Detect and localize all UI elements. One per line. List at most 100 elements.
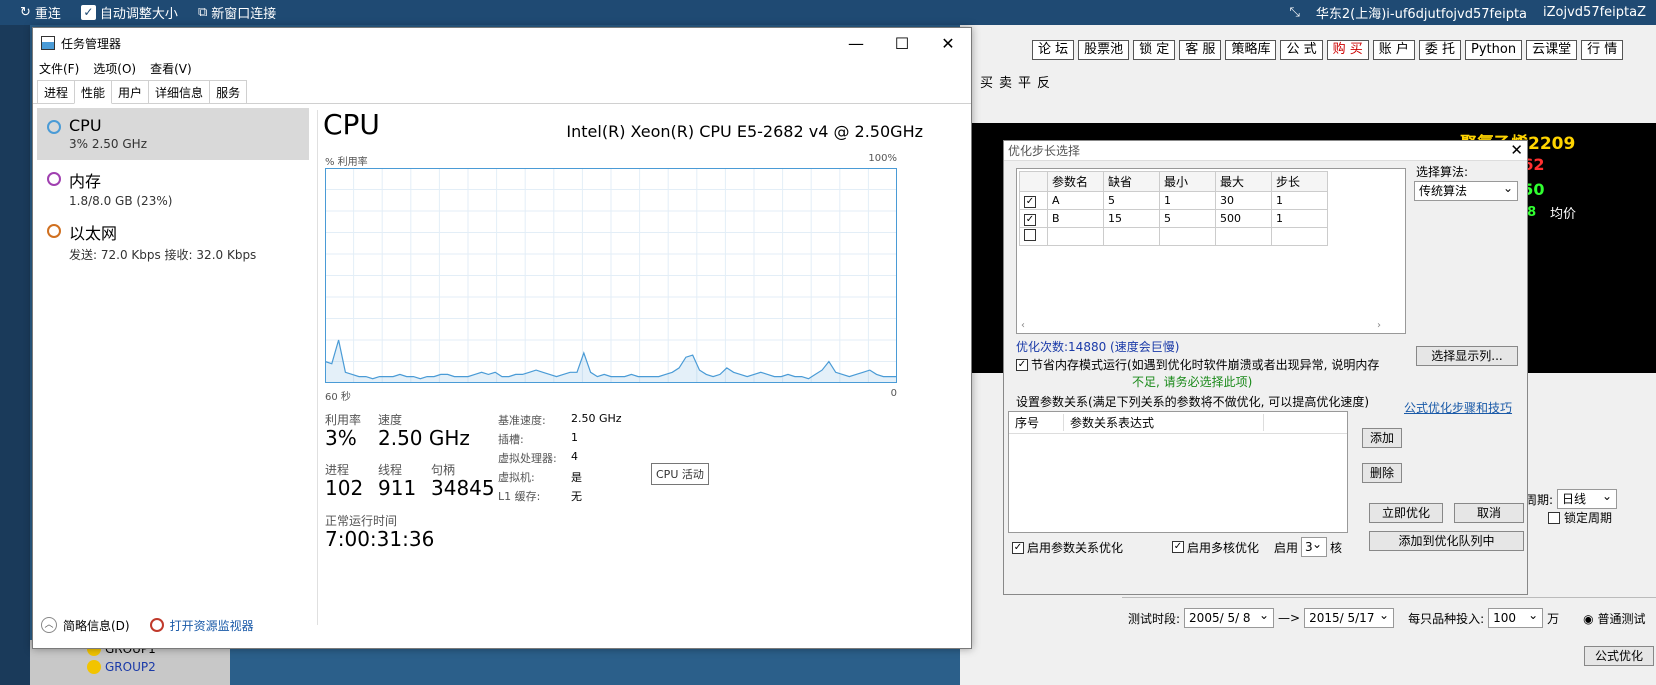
table-cell[interactable]: 30 [1215,191,1272,210]
tab-details[interactable]: 详细信息 [148,80,211,103]
sidebar-item-memory[interactable]: 内存 1.8/8.0 GB (23%) [33,160,313,212]
formula-optimize-button[interactable]: 公式优化 [1584,646,1654,666]
toolbar-button[interactable]: 客 服 [1179,40,1222,60]
table-row[interactable]: ✓ B 15 5 500 1 [1019,209,1328,228]
param-a[interactable]: A: 5 (1-30) [1525,327,1633,342]
tips-link[interactable]: 公式优化步骤和技巧 [1404,399,1512,416]
table-row[interactable] [1019,227,1328,246]
lock-period-checkbox[interactable]: 锁定周期 [1548,509,1612,526]
tab-performance[interactable]: 性能 [74,80,113,104]
checkbox-checked[interactable]: ✓ [1024,213,1036,226]
reconnect-button[interactable]: ↻ 重连 [20,3,61,22]
detail-value: 4 [571,450,578,463]
table-header: 最小 [1159,171,1216,192]
cpu-indicator-icon [47,120,61,134]
table-cell[interactable]: 500 [1215,209,1272,228]
table-cell[interactable] [1215,227,1272,246]
normal-test-radio[interactable]: ◉ 普通测试 [1583,610,1645,627]
add-button[interactable]: 添加 [1362,428,1402,448]
table-row[interactable]: ✓ A 5 1 30 1 [1019,191,1328,210]
algorithm-select[interactable]: 传统算法 [1414,179,1518,201]
optimization-dialog: 优化步长选择 ✕ 参数名 缺省 最小 最大 步长 ✓ A 5 1 30 1 ✓ B 15 5 500 1 ‹ ›… [1003,140,1528,595]
toolbar-button[interactable]: 购 买 [1326,40,1369,60]
maximize-button[interactable]: ☐ [879,28,925,58]
fullscreen-icon[interactable]: ⤡ [1289,5,1299,20]
toolbar-button[interactable]: 委 托 [1418,40,1462,60]
auto-resize-checkbox[interactable]: ✓ 自动调整大小 [80,3,178,22]
minimize-button[interactable]: — [833,28,879,58]
toolbar-button[interactable]: 账 户 [1372,40,1415,60]
menu-view[interactable]: 查看(V) [150,60,192,77]
table-cell[interactable]: 15 [1103,209,1160,228]
new-window-button[interactable]: ⧉ 新窗口连接 [198,3,276,22]
param-b[interactable]: B: 15 (5-500 [1525,342,1633,357]
table-cell[interactable] [1047,227,1104,246]
enable-relation-checkbox[interactable]: ✓ 启用参数关系优化 [1012,539,1123,556]
toolbar-button[interactable]: 股票池 [1078,40,1130,60]
toolbar-button[interactable]: 论 坛 [1032,40,1075,60]
sidebar-item-ethernet[interactable]: 以太网 发送: 72.0 Kbps 接收: 32.0 Kbps [33,212,313,264]
optimize-now-button[interactable]: 立即优化 [1369,503,1443,523]
memory-mode-checkbox[interactable]: ✓ 节省内存模式运行(如遇到优化时软件崩溃或者出现异常, 说明内存 [1016,356,1379,373]
test-start-date[interactable]: 2005/ 5/ 8 [1184,606,1275,628]
test-end-date[interactable]: 2015/ 5/17 [1304,606,1395,628]
checkbox-checked[interactable]: ✓ [1024,195,1036,208]
sidebar-item-sub: 发送: 72.0 Kbps 接收: 32.0 Kbps [69,248,257,262]
period-select[interactable]: 日线 [1557,487,1618,509]
cpu-usage-graph[interactable] [325,168,897,383]
sidebar-item-cpu[interactable]: CPU 3% 2.50 GHz [37,108,309,160]
resource-sidebar: CPU 3% 2.50 GHz 内存 1.8/8.0 GB (23%) 以太网 … [33,108,313,608]
menu-file[interactable]: 文件(F) [39,60,79,77]
trade-button[interactable]: 反 [1037,72,1050,91]
toolbar-button[interactable]: 公 式 [1280,40,1323,60]
param-table-container: 参数名 缺省 最小 最大 步长 ✓ A 5 1 30 1 ✓ B 15 5 500 1 ‹ › [1016,168,1406,334]
table-cell[interactable]: 5 [1159,209,1216,228]
checkbox-empty[interactable] [1024,229,1036,241]
table-cell[interactable]: 1 [1271,209,1328,228]
cancel-button[interactable]: 取消 [1454,503,1524,523]
open-resource-monitor-link[interactable]: 打开资源监视器 [170,617,254,634]
toolbar-button[interactable]: 锁 定 [1133,40,1176,60]
toolbar-button[interactable]: 行 情 [1581,40,1624,60]
title-bar: 任务管理器 — ☐ ✕ [33,28,971,58]
table-header: 序号 [1009,414,1064,431]
list-item[interactable]: GROUP2 [87,658,156,676]
toolbar-button[interactable]: 策略库 [1225,40,1277,60]
per-stock-input[interactable]: 100 [1488,606,1544,628]
table-cell[interactable]: 1 [1271,191,1328,210]
close-button[interactable]: ✕ [925,28,971,58]
toolbar-button[interactable]: Python [1465,40,1523,60]
menu-options[interactable]: 选项(O) [93,60,136,77]
table-cell[interactable]: 1 [1159,191,1216,210]
trade-button[interactable]: 买 [980,72,993,91]
enable-multicore-checkbox[interactable]: ✓ 启用多核优化 启用 3 核 [1172,535,1342,557]
horizontal-scrollbar[interactable]: ‹ › [1021,320,1381,331]
table-cell[interactable]: A [1047,191,1104,210]
table-cell[interactable] [1159,227,1216,246]
tab-processes[interactable]: 进程 [37,80,76,103]
unit-label: 万 [1547,611,1560,626]
table-cell[interactable]: B [1047,209,1104,228]
trade-button[interactable]: 卖 [999,72,1012,91]
enable-multicore-label: 启用多核优化 [1187,540,1260,555]
period-label: 周期: [1525,492,1554,507]
close-icon[interactable]: ✕ [1510,141,1523,159]
tab-services[interactable]: 服务 [209,80,248,103]
host-label: 华东2(上海)i-uf6djutfojvd57feipta [1315,7,1528,22]
table-cell[interactable] [1103,227,1160,246]
table-cell[interactable]: 5 [1103,191,1160,210]
toolbar-button[interactable]: 云课堂 [1526,40,1578,60]
table-cell[interactable] [1271,227,1328,246]
cores-input[interactable]: 3 [1301,535,1328,557]
trade-button[interactable]: 平 [1018,72,1031,91]
select-columns-button[interactable]: 选择显示列... [1416,346,1518,366]
task-manager-icon [41,36,55,50]
tab-users[interactable]: 用户 [111,80,150,103]
auto-resize-label: 自动调整大小 [99,7,178,22]
add-to-queue-button[interactable]: 添加到优化队列中 [1369,531,1524,551]
chevron-up-icon[interactable]: ︿ [41,617,57,633]
utilization-value: 3% [325,426,357,450]
delete-button[interactable]: 删除 [1362,463,1402,483]
memory-indicator-icon [47,172,61,186]
brief-info-button[interactable]: 简略信息(D) [63,617,130,634]
